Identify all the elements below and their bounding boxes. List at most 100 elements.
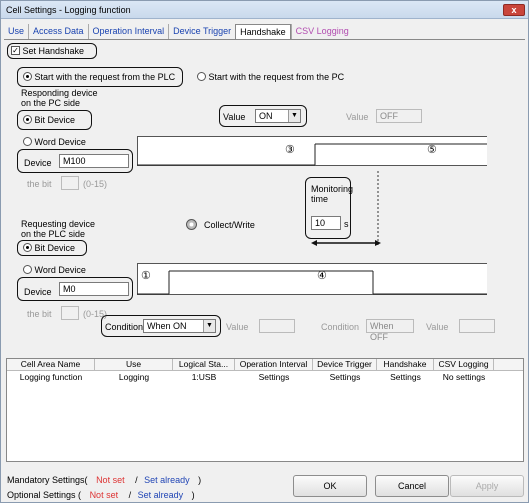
start-pc-label: Start with the request from the PC xyxy=(208,72,345,82)
range-label: (0-15) xyxy=(83,179,108,189)
grid-header: Cell Area Name Use Logical Sta... Operat… xyxy=(7,359,523,371)
set-already-label: Set already xyxy=(144,475,190,485)
value-select-text: ON xyxy=(259,111,273,121)
requesting-bit-device-radio[interactable]: Bit Device xyxy=(23,243,75,253)
dialog-window: Cell Settings - Logging function x Use A… xyxy=(0,0,529,503)
radio-icon xyxy=(23,243,32,253)
marker-1: ① xyxy=(141,270,151,282)
grid-header-cell[interactable]: Device Trigger xyxy=(313,359,377,370)
window-title: Cell Settings - Logging function xyxy=(6,5,131,15)
responding-device-input[interactable]: M100 xyxy=(59,154,129,168)
grid-header-cell[interactable]: Operation Interval xyxy=(235,359,313,370)
optional-label: Optional Settings ( xyxy=(7,490,82,500)
grid-cell: Settings xyxy=(258,372,290,382)
value3-field xyxy=(259,319,295,333)
title-bar: Cell Settings - Logging function x xyxy=(1,1,528,19)
radio-icon xyxy=(23,72,32,82)
optional-settings-legend: Optional Settings ( Not set / Set alread… xyxy=(7,490,195,500)
device-label: Device xyxy=(24,287,52,297)
not-set-label: Not set xyxy=(96,475,125,485)
start-plc-radio[interactable]: Start with the request from the PLC xyxy=(23,72,175,82)
grid-header-cell[interactable]: Use xyxy=(95,359,173,370)
grid-cell: Logging xyxy=(118,372,150,382)
device-label: Device xyxy=(24,158,52,168)
not-set-label: Not set xyxy=(89,490,119,500)
value-select[interactable]: ON ▼ xyxy=(255,109,301,123)
checkbox-icon: ✓ xyxy=(11,46,20,56)
grid-header-cell[interactable]: Logical Sta... xyxy=(173,359,235,370)
value-label: Value xyxy=(223,112,246,122)
responding-word-device-radio[interactable]: Word Device xyxy=(23,137,86,147)
word-device-label: Word Device xyxy=(34,137,86,147)
table-row[interactable]: Logging function Logging 1:USB Settings … xyxy=(7,371,523,383)
tab-bar: Use Access Data Operation Interval Devic… xyxy=(4,24,353,40)
mandatory-label: Mandatory Settings( xyxy=(7,475,88,485)
condition2-field: When OFF xyxy=(366,319,414,342)
tab-access-data[interactable]: Access Data xyxy=(28,24,88,39)
radio-icon xyxy=(197,72,206,82)
radio-icon xyxy=(23,137,32,147)
condition-select[interactable]: When ON ▼ xyxy=(143,319,216,333)
grid-cell: Settings xyxy=(390,372,421,382)
grid-header-cell[interactable]: Handshake xyxy=(377,359,434,370)
grid-cell: No settings xyxy=(442,372,486,382)
responding-bit-device-radio[interactable]: Bit Device xyxy=(23,115,75,125)
tab-csv-logging[interactable]: CSV Logging xyxy=(290,24,353,39)
close-paren: ) xyxy=(191,490,195,500)
radio-icon xyxy=(23,265,32,275)
tab-use[interactable]: Use xyxy=(4,24,28,39)
the-bit-label: the bit xyxy=(27,179,52,189)
chevron-down-icon: ▼ xyxy=(203,320,215,332)
mandatory-settings-legend: Mandatory Settings( Not set / Set alread… xyxy=(7,475,201,485)
tab-handshake[interactable]: Handshake xyxy=(235,24,291,40)
tab-device-trigger[interactable]: Device Trigger xyxy=(168,24,235,39)
the-bit-label: the bit xyxy=(27,309,52,319)
radio-icon xyxy=(23,115,32,125)
marker-5: ⑤ xyxy=(427,144,437,156)
tab-operation-interval[interactable]: Operation Interval xyxy=(87,24,169,39)
condition-label: Condition xyxy=(105,322,144,332)
collect-write-label: Collect/Write xyxy=(204,220,255,230)
grid-cell: Logging function xyxy=(19,372,83,382)
apply-button[interactable]: Apply xyxy=(450,475,524,497)
word-device-label: Word Device xyxy=(34,265,86,275)
set-handshake-label: Set Handshake xyxy=(22,46,85,56)
responding-label-1: Responding device xyxy=(21,88,98,98)
slash: / xyxy=(135,475,138,485)
marker-4: ④ xyxy=(317,270,327,282)
start-pc-radio[interactable]: Start with the request from the PC xyxy=(197,72,344,82)
requesting-word-device-radio[interactable]: Word Device xyxy=(23,265,86,275)
the-bit-field-2 xyxy=(61,306,79,320)
close-paren: ) xyxy=(198,475,202,485)
marker-3: ③ xyxy=(285,144,295,156)
the-bit-field xyxy=(61,176,79,190)
bit-device-label: Bit Device xyxy=(34,115,76,125)
requesting-label-1: Requesting device xyxy=(21,219,96,229)
requesting-device-input[interactable]: M0 xyxy=(59,282,129,296)
close-button[interactable]: x xyxy=(503,4,525,16)
grid-header-cell[interactable]: CSV Logging xyxy=(434,359,494,370)
grid-header-cell[interactable]: Cell Area Name xyxy=(7,359,95,370)
value4-label: Value xyxy=(426,322,449,332)
bit-device-label: Bit Device xyxy=(34,243,76,253)
value2-field: OFF xyxy=(376,109,422,123)
timing-signal-bottom xyxy=(137,270,487,295)
grid-cell: Settings xyxy=(329,372,361,382)
condition2-label: Condition xyxy=(321,322,360,332)
ok-button[interactable]: OK xyxy=(293,475,367,497)
start-plc-label: Start with the request from the PLC xyxy=(34,72,176,82)
cell-area-grid: Cell Area Name Use Logical Sta... Operat… xyxy=(6,358,524,462)
grid-cell: 1:USB xyxy=(191,372,217,382)
value2-label: Value xyxy=(346,112,369,122)
collect-write-icon xyxy=(186,219,197,232)
condition-select-text: When ON xyxy=(147,321,187,331)
set-handshake-checkbox[interactable]: ✓ Set Handshake xyxy=(11,46,84,56)
cancel-button[interactable]: Cancel xyxy=(375,475,449,497)
responding-label-2: on the PC side xyxy=(21,98,81,108)
monitoring-range-arrow xyxy=(311,171,381,247)
slash: / xyxy=(128,490,132,500)
chevron-down-icon: ▼ xyxy=(288,110,300,122)
value4-field xyxy=(459,319,495,333)
set-already-label: Set already xyxy=(137,490,184,500)
value3-label: Value xyxy=(226,322,249,332)
